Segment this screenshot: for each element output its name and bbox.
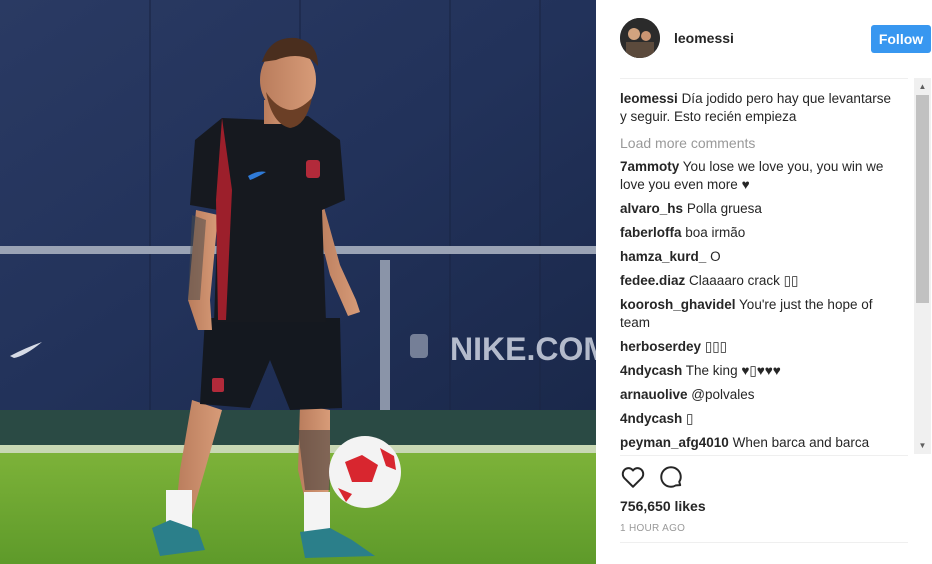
chevron-down-icon[interactable]: ▼	[914, 437, 931, 454]
comment-item: alvaro_hs Polla gruesa	[620, 200, 900, 218]
comment-username[interactable]: 7ammoty	[620, 159, 679, 174]
follow-button[interactable]: Follow	[871, 25, 931, 53]
comments-list: leomessi Día jodido pero hay que levanta…	[620, 90, 900, 452]
author-username[interactable]: leomessi	[674, 30, 734, 46]
comment-item: fedee.diaz Claaaaro crack ▯▯	[620, 272, 900, 290]
comment-username[interactable]: faberloffa	[620, 225, 682, 240]
comment-item: 4ndycash The king ♥▯♥♥♥	[620, 362, 900, 380]
footer-divider	[620, 542, 908, 543]
comment-item: 4ndycash ▯	[620, 410, 900, 428]
comment-username[interactable]: hamza_kurd_	[620, 249, 706, 264]
likes-count[interactable]: 756,650 likes	[620, 498, 706, 514]
scrollbar-thumb[interactable]	[916, 95, 929, 303]
avatar[interactable]	[620, 18, 660, 58]
header-divider	[620, 78, 908, 79]
post-photo[interactable]: NIKE.COM/FC	[0, 0, 596, 564]
comment-text: When barca and barca	[732, 435, 870, 450]
post-header: leomessi Follow	[620, 18, 931, 60]
comment-username[interactable]: 4ndycash	[620, 363, 682, 378]
post-timestamp[interactable]: 1 HOUR AGO	[620, 523, 685, 534]
comment-username[interactable]: alvaro_hs	[620, 201, 683, 216]
chevron-up-icon[interactable]: ▲	[914, 78, 931, 95]
comment-text: ▯	[686, 411, 694, 426]
comment-username[interactable]: 4ndycash	[620, 411, 682, 426]
caption-username[interactable]: leomessi	[620, 91, 678, 106]
caption: leomessi Día jodido pero hay que levanta…	[620, 90, 900, 126]
comment-username[interactable]: arnauolive	[620, 387, 688, 402]
comment-item: faberloffa boa irmão	[620, 224, 900, 242]
comment-username[interactable]: peyman_afg4010	[620, 435, 729, 450]
comment-item: arnauolive @polvales	[620, 386, 900, 404]
comments-scrollbar[interactable]: ▲ ▼	[914, 78, 931, 454]
comment-text: Claaaaro crack ▯▯	[689, 273, 799, 288]
comment-item: hamza_kurd_ O	[620, 248, 900, 266]
comment-text: boa irmão	[685, 225, 746, 240]
load-more-comments-link[interactable]: Load more comments	[620, 134, 900, 152]
comment-text: Polla gruesa	[686, 201, 762, 216]
comment-icon[interactable]	[658, 464, 686, 492]
comment-mention[interactable]: @polvales	[691, 387, 754, 402]
heart-icon[interactable]	[620, 464, 648, 492]
photo-banner-text: NIKE.COM/FC	[450, 331, 596, 367]
comment-item: 7ammoty You lose we love you, you win we…	[620, 158, 900, 194]
comment-item: koorosh_ghavidel You're just the hope of…	[620, 296, 900, 332]
comment-username[interactable]: fedee.diaz	[620, 273, 685, 288]
comments-divider	[620, 455, 908, 456]
comment-text: O	[710, 249, 721, 264]
comment-username[interactable]: koorosh_ghavidel	[620, 297, 736, 312]
comment-text: The king ♥▯♥♥♥	[685, 363, 781, 378]
comment-text: ▯▯▯	[704, 339, 728, 354]
post-details-panel: leomessi Follow leomessi Día jodido pero…	[596, 0, 932, 564]
comment-username[interactable]: herboserdey	[620, 339, 701, 354]
comment-item: herboserdey ▯▯▯	[620, 338, 900, 356]
comment-item: peyman_afg4010 When barca and barca	[620, 434, 900, 452]
